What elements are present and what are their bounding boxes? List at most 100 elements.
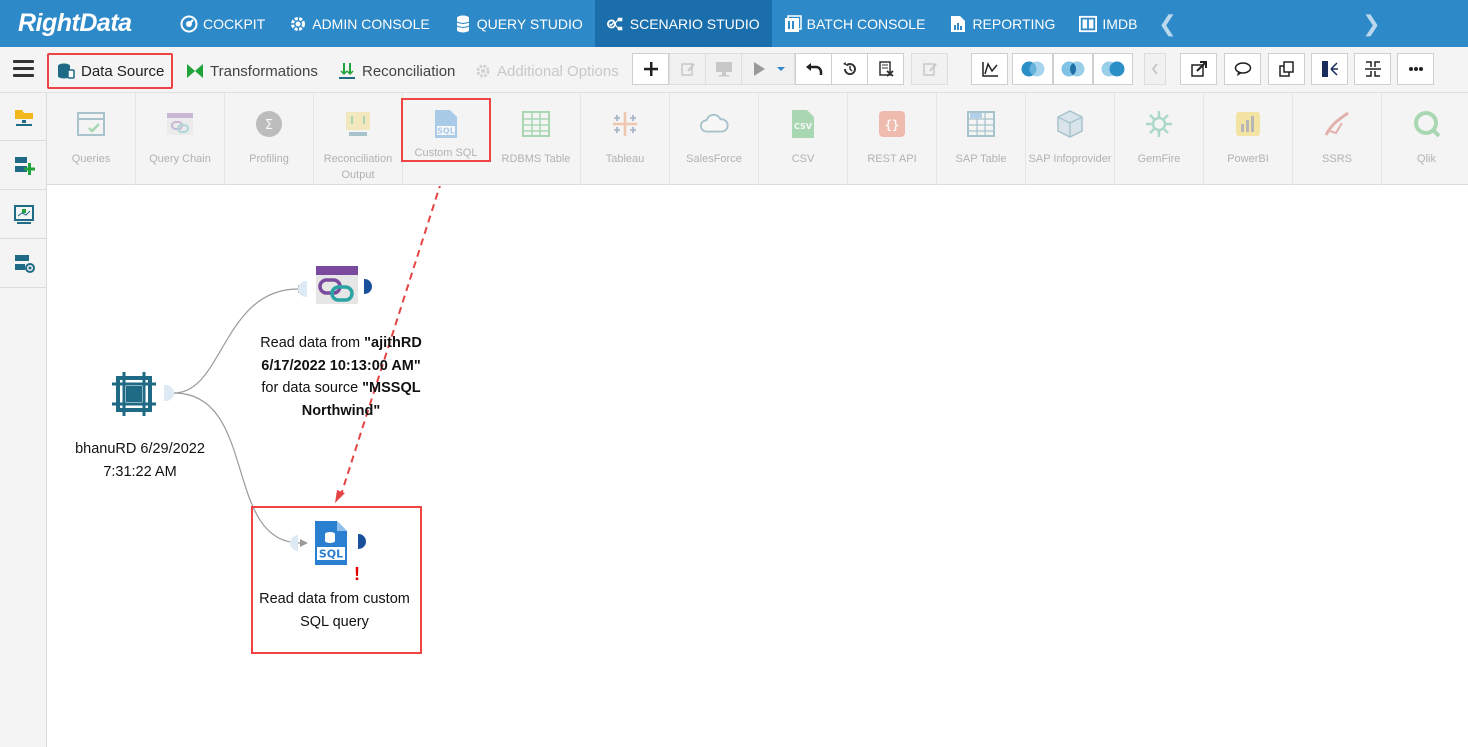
plus-icon	[643, 62, 658, 76]
scenario-canvas[interactable]: bhanuRD 6/29/2022 7:31:22 AM Read data f…	[48, 186, 1468, 747]
ribbon-label: Query Chain	[149, 153, 211, 165]
join-left-button[interactable]	[1012, 53, 1053, 85]
preview-button[interactable]	[705, 53, 742, 85]
nav-scroll-left-icon[interactable]: ❮	[1155, 0, 1179, 47]
nav-admin-console-label: ADMIN CONSOLE	[312, 15, 430, 32]
input-port-icon[interactable]	[298, 281, 307, 297]
export-button[interactable]	[1180, 53, 1217, 85]
warning-icon: !	[354, 564, 360, 584]
nav-cockpit[interactable]: COCKPIT	[168, 0, 277, 47]
ribbon-label: GemFire	[1137, 153, 1181, 165]
ribbon-item-powerbi[interactable]: PowerBI	[1204, 93, 1293, 185]
sap-table-icon	[966, 109, 996, 139]
history-button[interactable]	[831, 53, 868, 85]
join-inner-button[interactable]	[1053, 53, 1093, 85]
chart-button[interactable]	[971, 53, 1008, 85]
profiling-icon: Σ	[254, 109, 284, 139]
custom-sql-label-line2: SQL query	[300, 613, 369, 630]
ribbon-item-custom-sql[interactable]: SQL Custom SQL	[401, 98, 491, 162]
gemfire-icon	[1144, 109, 1174, 139]
ribbon-label: Queries	[71, 153, 111, 165]
ribbon-item-sap-table[interactable]: SAP Table	[937, 93, 1026, 185]
undo-icon	[805, 63, 822, 75]
edit-disabled-button[interactable]	[911, 53, 948, 85]
ribbon-item-rest-api[interactable]: {} REST API	[848, 93, 937, 185]
source-node[interactable]	[112, 372, 162, 416]
tab-transformations-label: Transformations	[210, 62, 318, 80]
data-source-name: "MSSQL	[362, 380, 421, 396]
copy-button[interactable]	[1268, 53, 1305, 85]
ribbon-item-qlik[interactable]: Qlik	[1382, 93, 1468, 185]
venn-inner-icon	[1061, 61, 1085, 77]
nav-cockpit-label: COCKPIT	[203, 15, 266, 32]
merge-button[interactable]	[1354, 53, 1391, 85]
nav-scenario-studio[interactable]: SCENARIO STUDIO	[594, 0, 772, 47]
nav-scenario-studio-label: SCENARIO STUDIO	[629, 15, 760, 32]
ribbon-item-ssrs[interactable]: SSRS	[1293, 93, 1382, 185]
imdb-icon	[1079, 15, 1098, 33]
chevron-down-icon	[777, 67, 785, 71]
comment-button[interactable]	[1224, 53, 1261, 85]
tab-additional-options-label: Additional Options	[497, 62, 619, 80]
nav-imdb[interactable]: IMDB	[1067, 0, 1149, 47]
ribbon-item-queries[interactable]: Queries	[47, 93, 136, 185]
ribbon-label: Profiling	[249, 153, 289, 165]
database-icon	[454, 15, 472, 33]
svg-text:{}: {}	[885, 118, 899, 132]
nav-batch-console[interactable]: BATCH CONSOLE	[772, 0, 938, 47]
dashboard-icon	[13, 204, 34, 224]
query-chain-icon	[165, 109, 195, 139]
ribbon-item-query-chain[interactable]: Query Chain	[136, 93, 225, 185]
ribbon-item-csv[interactable]: CSV CSV	[759, 93, 848, 185]
menu-icon[interactable]	[13, 60, 34, 78]
document-x-icon	[878, 61, 894, 77]
scenario-icon	[606, 15, 625, 33]
ribbon-item-gemfire[interactable]: GemFire	[1115, 93, 1204, 185]
custom-sql-node[interactable]: SQL	[313, 520, 349, 566]
custom-sql-node-label: Read data from custom SQL query	[252, 588, 417, 633]
nav-reporting[interactable]: REPORTING	[937, 0, 1067, 47]
source-frame-icon	[112, 372, 156, 416]
sidebar-item-settings[interactable]	[0, 240, 47, 288]
undo-button[interactable]	[795, 53, 832, 85]
run-button[interactable]	[741, 53, 795, 85]
edit-button[interactable]	[669, 53, 706, 85]
nav-admin-console[interactable]: ADMIN CONSOLE	[277, 0, 441, 47]
tab-additional-options[interactable]: Additional Options	[475, 53, 619, 89]
chevron-left-icon	[1151, 63, 1158, 75]
ribbon-item-salesforce[interactable]: SalesForce	[670, 93, 759, 185]
collapse-button[interactable]	[1144, 53, 1166, 85]
sql-file-icon: SQL	[315, 521, 347, 565]
tab-reconciliation[interactable]: Reconciliation	[338, 53, 455, 89]
folder-icon	[14, 109, 33, 126]
brand-logo[interactable]: RightData	[0, 0, 160, 47]
ribbon-item-reconciliation-output[interactable]: Reconciliation Output	[314, 93, 403, 185]
reconciliation-icon	[338, 62, 356, 80]
add-node-icon	[14, 156, 35, 175]
add-button[interactable]	[632, 53, 669, 85]
join-right-button[interactable]	[1093, 53, 1133, 85]
tableau-icon	[610, 109, 640, 139]
ribbon-item-tableau[interactable]: Tableau	[581, 93, 670, 185]
sidebar-item-add[interactable]	[0, 142, 47, 190]
ribbon-item-sap-infoprovider[interactable]: SAP Infoprovider	[1026, 93, 1115, 185]
tab-data-source[interactable]: Data Source	[47, 53, 173, 89]
data-source-name-cont: Northwind"	[301, 402, 381, 419]
more-button[interactable]	[1397, 53, 1434, 85]
ribbon-label: Reconciliation Output	[323, 153, 393, 181]
nav-scroll-right-icon[interactable]: ❯	[1359, 0, 1383, 47]
cockpit-icon	[180, 15, 198, 33]
ribbon-label: Tableau	[605, 153, 645, 165]
sidebar-item-dashboard[interactable]	[0, 191, 47, 239]
tab-transformations[interactable]: Transformations	[186, 53, 318, 89]
split-button[interactable]	[1311, 53, 1348, 85]
ribbon-label: RDBMS Table	[501, 153, 571, 165]
ribbon-item-rdbms-table[interactable]: RDBMS Table	[492, 93, 581, 185]
venn-left-icon	[1021, 61, 1044, 77]
ribbon-label: PowerBI	[1227, 153, 1269, 165]
ribbon-item-profiling[interactable]: Σ Profiling	[225, 93, 314, 185]
sidebar-item-open[interactable]	[0, 93, 47, 141]
nav-query-studio[interactable]: QUERY STUDIO	[442, 0, 595, 47]
query-chain-node[interactable]	[314, 264, 360, 306]
clear-log-button[interactable]	[867, 53, 904, 85]
